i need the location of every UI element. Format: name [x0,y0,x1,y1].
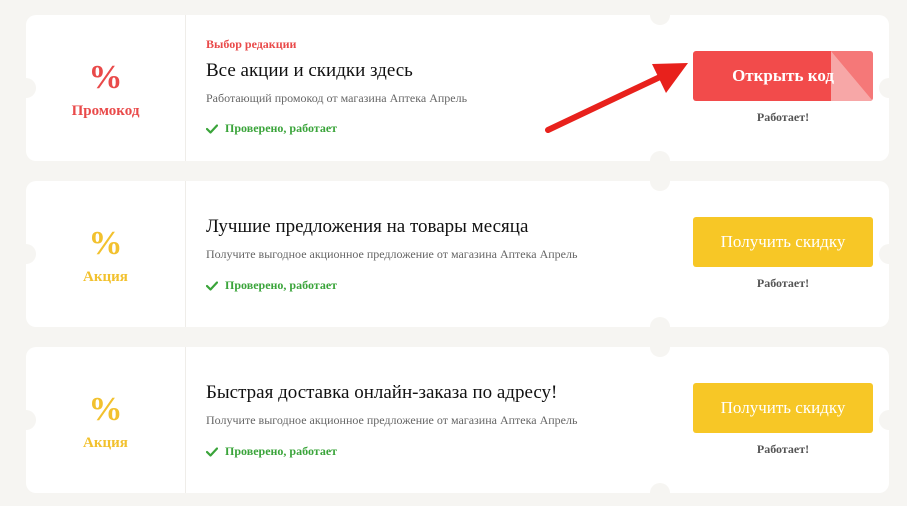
checkmark-icon [206,123,218,134]
coupon-description: Получите выгодное акционное предложение … [206,247,578,261]
coupon-type-block: % Промокод [26,15,186,161]
get-discount-button[interactable]: Получить скидку [693,217,873,267]
coupon-type-block: % Акция [26,347,186,493]
coupon-info: Быстрая доставка онлайн-заказа по адресу… [206,347,636,493]
get-discount-button-label: Получить скидку [720,398,846,417]
checkmark-icon [206,446,218,457]
coupon-title[interactable]: Все акции и скидки здесь [206,60,413,82]
coupon-card-deal: % Акция Лучшие предложения на товары мес… [16,171,899,337]
verified-label: Проверено, работает [225,121,338,135]
coupon-type-label: Акция [83,435,128,451]
coupon-info: Лучшие предложения на товары месяца Полу… [206,181,636,327]
coupon-card-deal: % Акция Быстрая доставка онлайн-заказа п… [16,337,899,503]
coupon-type-block: % Акция [26,181,186,327]
verified-status: Проверено, работает [206,444,337,459]
coupon-title[interactable]: Быстрая доставка онлайн-заказа по адресу… [206,382,557,404]
open-code-button[interactable]: Открыть код [693,51,873,101]
coupon-title[interactable]: Лучшие предложения на товары месяца [206,216,528,238]
coupon-description: Получите выгодное акционное предложение … [206,413,578,427]
get-discount-button-label: Получить скидку [720,232,846,251]
editor-choice-tag: Выбор редакции [206,37,297,51]
coupon-description: Работающий промокод от магазина Аптека А… [206,91,468,105]
works-status: Работает! [756,276,810,290]
coupon-list: % Промокод Выбор редакции Все акции и ск… [0,0,907,506]
percent-icon: % [88,59,123,96]
coupon-type-label: Промокод [71,103,140,119]
open-code-button-label: Открыть код [732,66,834,85]
verified-label: Проверено, работает [225,278,338,292]
percent-icon: % [88,225,123,262]
coupon-card-promo: % Промокод Выбор редакции Все акции и ск… [16,5,899,171]
percent-icon: % [88,391,123,428]
verified-status: Проверено, работает [206,278,337,293]
peel-corner-icon [831,51,873,101]
works-status: Работает! [756,110,810,124]
coupon-info: Выбор редакции Все акции и скидки здесь … [206,15,636,161]
verified-label: Проверено, работает [225,444,338,458]
coupon-type-label: Акция [83,269,128,285]
checkmark-icon [206,280,218,291]
works-status: Работает! [756,442,810,456]
get-discount-button[interactable]: Получить скидку [693,383,873,433]
verified-status: Проверено, работает [206,121,337,136]
